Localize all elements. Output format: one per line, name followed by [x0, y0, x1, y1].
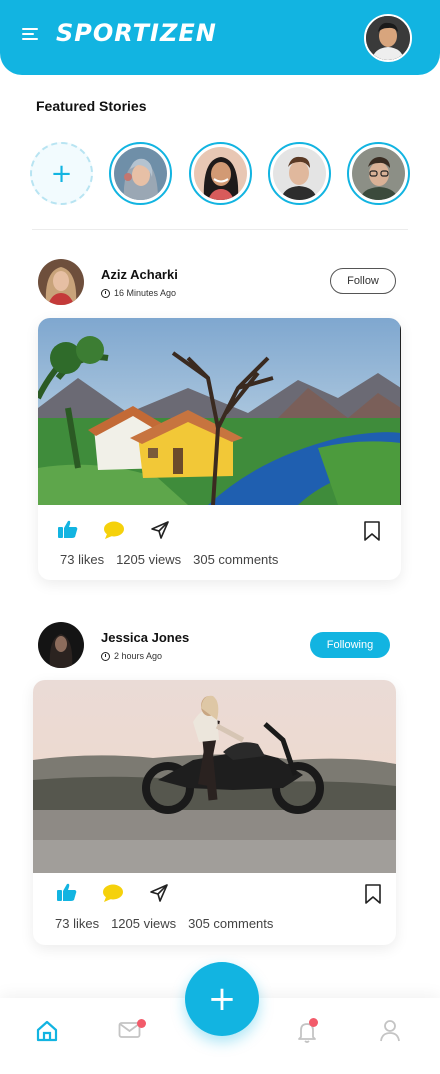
- bookmark-icon[interactable]: [363, 520, 381, 546]
- likes-count: 73 likes: [55, 916, 100, 931]
- featured-stories-title: Featured Stories: [36, 98, 147, 114]
- post-author-avatar[interactable]: [38, 622, 84, 668]
- mail-badge: [137, 1019, 146, 1028]
- post-author-name[interactable]: Aziz Acharki: [101, 267, 178, 282]
- post-stats: 73 likes 1205 views 305 comments: [55, 916, 273, 931]
- share-icon[interactable]: [150, 520, 170, 544]
- comment-icon[interactable]: [102, 884, 124, 906]
- comments-count[interactable]: 305 comments: [193, 552, 278, 567]
- notification-badge: [309, 1018, 318, 1027]
- clock-icon: [101, 651, 110, 661]
- post-time-text: 16 Minutes Ago: [114, 288, 177, 298]
- story-avatar[interactable]: [109, 142, 172, 205]
- views-count: 1205 views: [111, 916, 177, 931]
- following-button[interactable]: Following: [310, 632, 390, 658]
- likes-count: 73 likes: [60, 552, 105, 567]
- app-header: SPORTIZEN: [0, 0, 440, 75]
- post-image[interactable]: [38, 318, 401, 505]
- profile-avatar[interactable]: [364, 14, 412, 62]
- post-time-text: 2 hours Ago: [114, 651, 163, 661]
- post-author-avatar[interactable]: [38, 259, 84, 305]
- views-count: 1205 views: [116, 552, 182, 567]
- post-stats: 73 likes 1205 views 305 comments: [60, 552, 278, 567]
- story-avatar[interactable]: [189, 142, 252, 205]
- add-story-button[interactable]: +: [30, 142, 93, 205]
- post-card: 73 likes 1205 views 305 comments: [33, 680, 396, 945]
- home-icon[interactable]: [36, 1020, 58, 1046]
- bookmark-icon[interactable]: [364, 883, 382, 909]
- post-card: 73 likes 1205 views 305 comments: [38, 318, 401, 580]
- app-logo: SPORTIZEN: [56, 19, 217, 47]
- post-timestamp: 16 Minutes Ago: [101, 288, 176, 298]
- like-icon[interactable]: [58, 520, 78, 542]
- divider: [32, 229, 408, 230]
- share-icon[interactable]: [149, 883, 169, 907]
- post-image[interactable]: [33, 680, 396, 873]
- like-icon[interactable]: [57, 883, 77, 905]
- create-post-button[interactable]: +: [185, 962, 259, 1036]
- post-timestamp: 2 hours Ago: [101, 651, 162, 661]
- menu-icon[interactable]: [22, 28, 40, 42]
- story-avatar[interactable]: [347, 142, 410, 205]
- follow-button[interactable]: Follow: [330, 268, 396, 294]
- comments-count[interactable]: 305 comments: [188, 916, 273, 931]
- post-author-name[interactable]: Jessica Jones: [101, 630, 189, 645]
- clock-icon: [101, 288, 110, 298]
- comment-icon[interactable]: [103, 521, 125, 543]
- plus-icon: +: [50, 158, 73, 189]
- user-icon[interactable]: [379, 1019, 401, 1047]
- story-avatar[interactable]: [268, 142, 331, 205]
